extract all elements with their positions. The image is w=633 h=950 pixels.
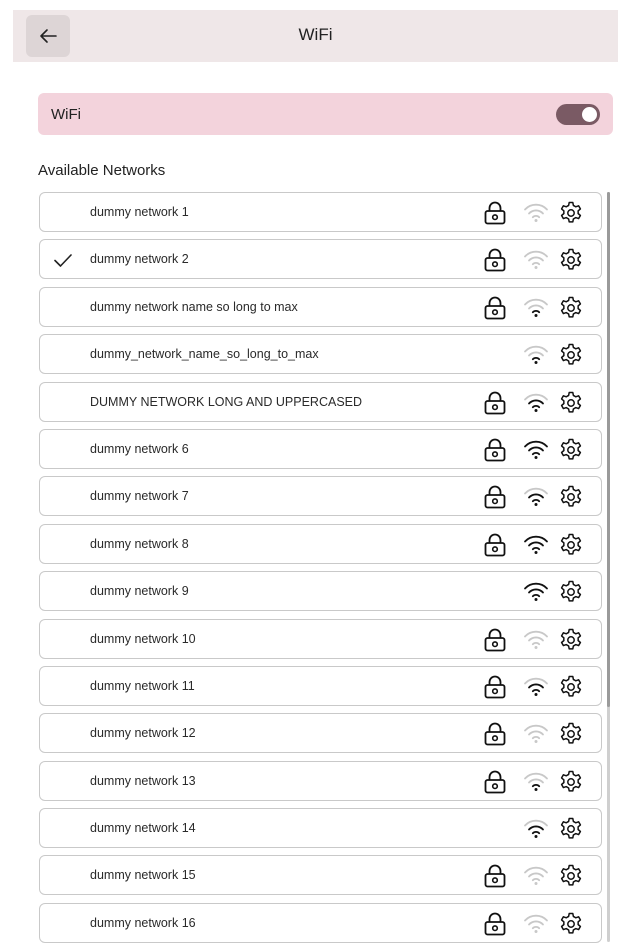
lock-icon — [484, 249, 506, 272]
network-row[interactable]: dummy network 2 — [39, 239, 602, 280]
wifi-signal-icon — [524, 867, 548, 886]
settings-gear-icon[interactable] — [558, 532, 584, 558]
wifi-signal-icon — [524, 582, 548, 602]
wifi-signal-icon — [524, 819, 548, 839]
wifi-signal-icon — [524, 440, 548, 459]
wifi-signal-icon — [524, 203, 548, 222]
network-name: dummy network 14 — [90, 821, 196, 836]
network-row[interactable]: dummy network name so long to max — [39, 286, 602, 327]
checkmark-icon — [54, 254, 72, 268]
wifi-signal-icon — [524, 298, 548, 317]
network-name: dummy network 7 — [90, 489, 189, 504]
settings-gear-icon[interactable] — [558, 390, 584, 416]
wifi-signal-icon — [524, 725, 548, 744]
lock-icon — [484, 865, 506, 888]
settings-gear-icon[interactable] — [558, 627, 584, 653]
network-name: dummy network 8 — [90, 536, 189, 551]
network-row[interactable]: dummy network 10 — [39, 618, 602, 659]
network-name: dummy network name so long to max — [90, 299, 298, 314]
wifi-signal-icon — [524, 630, 548, 649]
toggle-knob — [582, 107, 597, 122]
lock-icon — [484, 770, 506, 794]
lock-icon — [484, 201, 506, 225]
lock-icon — [484, 628, 506, 651]
settings-gear-icon[interactable] — [558, 437, 584, 463]
wifi-toggle-switch[interactable] — [556, 104, 600, 125]
settings-gear-icon[interactable] — [558, 863, 584, 889]
network-name: dummy network 16 — [90, 915, 196, 930]
network-row[interactable]: dummy network 15 — [39, 855, 602, 896]
scrollbar-thumb[interactable] — [607, 192, 610, 707]
wifi-signal-icon — [524, 772, 548, 791]
lock-icon — [484, 438, 506, 462]
network-row[interactable]: dummy network 16 — [39, 902, 602, 943]
settings-gear-icon[interactable] — [558, 484, 584, 510]
settings-gear-icon[interactable] — [558, 579, 584, 605]
lock-icon — [484, 296, 506, 320]
settings-gear-icon[interactable] — [558, 342, 584, 368]
settings-gear-icon[interactable] — [558, 816, 584, 842]
settings-gear-icon[interactable] — [558, 911, 584, 937]
settings-gear-icon[interactable] — [558, 200, 584, 226]
wifi-signal-icon — [524, 488, 548, 507]
network-row[interactable]: dummy network 7 — [39, 476, 602, 517]
lock-icon — [484, 722, 506, 746]
network-row[interactable]: dummy network 12 — [39, 713, 602, 754]
wifi-toggle-row[interactable]: WiFi — [38, 93, 613, 135]
network-row[interactable]: DUMMY NETWORK LONG AND UPPERCASED — [39, 381, 602, 422]
network-row[interactable]: dummy network 6 — [39, 428, 602, 469]
wifi-signal-icon — [524, 677, 548, 696]
wifi-toggle-label: WiFi — [51, 106, 81, 123]
network-name: DUMMY NETWORK LONG AND UPPERCASED — [90, 394, 363, 409]
network-row[interactable]: dummy_network_name_so_long_to_max — [39, 334, 602, 375]
lock-icon — [484, 675, 506, 699]
network-row[interactable]: dummy network 1 — [39, 192, 602, 232]
settings-gear-icon[interactable] — [558, 769, 584, 795]
wifi-signal-icon — [524, 914, 548, 933]
page-title: WiFi — [298, 25, 333, 44]
network-name: dummy network 2 — [90, 252, 189, 267]
settings-gear-icon[interactable] — [558, 674, 584, 700]
wifi-signal-icon — [524, 393, 548, 412]
network-row[interactable]: dummy network 13 — [39, 760, 602, 801]
network-name: dummy_network_name_so_long_to_max — [90, 347, 319, 362]
network-row[interactable]: dummy network 9 — [39, 571, 602, 612]
lock-icon — [484, 533, 506, 557]
network-row[interactable]: dummy network 8 — [39, 523, 602, 564]
network-list: dummy network 1 dummy network 2 dummy ne… — [39, 192, 602, 950]
network-name: dummy network 6 — [90, 441, 189, 456]
network-name: dummy network 11 — [90, 678, 195, 693]
wifi-signal-icon — [524, 535, 548, 554]
network-name: dummy network 9 — [90, 584, 189, 599]
network-name: dummy network 15 — [90, 868, 196, 883]
top-app-bar: WiFi — [13, 10, 618, 62]
network-row[interactable]: dummy network 14 — [39, 808, 602, 849]
network-name: dummy network 1 — [90, 205, 189, 219]
network-name: dummy network 13 — [90, 773, 196, 788]
network-name: dummy network 10 — [90, 631, 196, 646]
network-name: dummy network 12 — [90, 726, 196, 741]
lock-icon — [484, 486, 506, 509]
network-row[interactable]: dummy network 11 — [39, 665, 602, 706]
wifi-signal-icon — [524, 345, 548, 365]
available-networks-heading: Available Networks — [38, 162, 166, 179]
settings-gear-icon[interactable] — [558, 721, 584, 747]
settings-gear-icon[interactable] — [558, 247, 584, 273]
lock-icon — [484, 391, 506, 414]
settings-gear-icon[interactable] — [558, 295, 584, 321]
lock-icon — [484, 912, 506, 936]
wifi-signal-icon — [524, 251, 548, 270]
